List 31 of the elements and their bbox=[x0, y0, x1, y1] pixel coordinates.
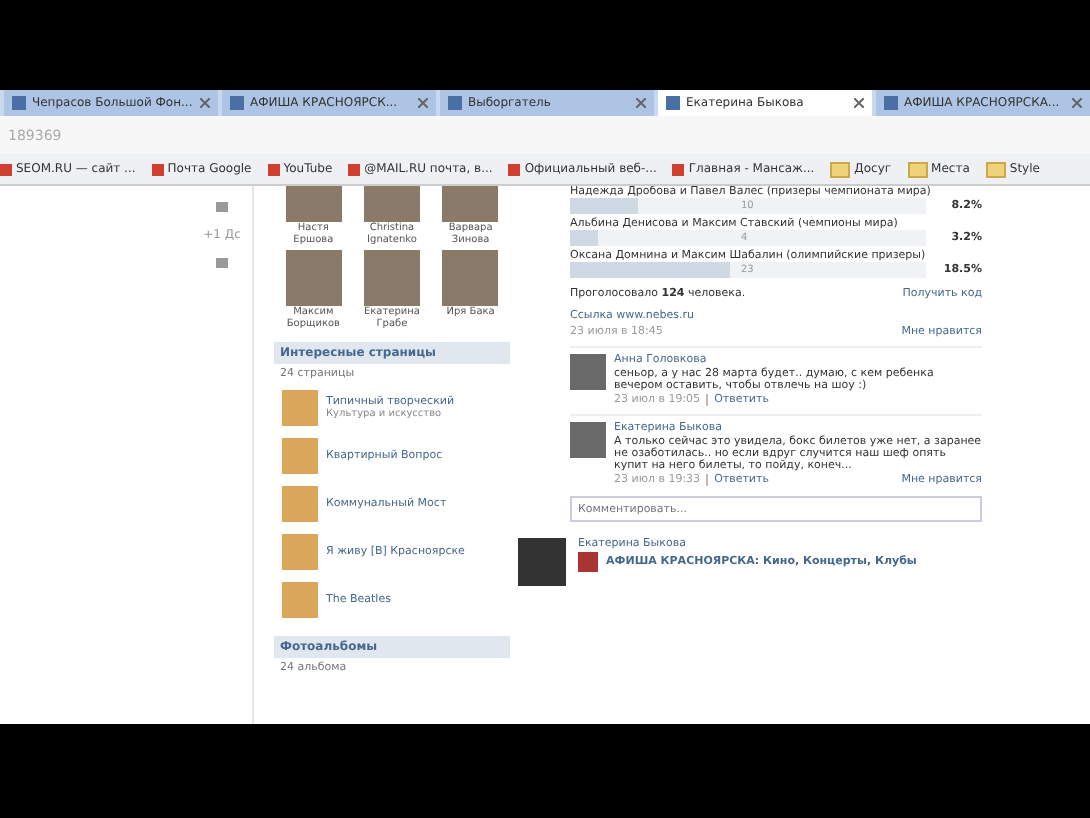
avatar[interactable] bbox=[518, 538, 566, 586]
page-icon bbox=[151, 163, 164, 175]
page-icon bbox=[666, 96, 680, 110]
photo-placeholder bbox=[282, 582, 318, 618]
close-icon[interactable] bbox=[418, 98, 428, 108]
photo-placeholder bbox=[282, 534, 318, 570]
close-icon[interactable] bbox=[200, 98, 210, 108]
close-icon[interactable] bbox=[636, 98, 646, 108]
page-icon bbox=[348, 163, 361, 175]
page-icon bbox=[884, 96, 898, 110]
avatar[interactable] bbox=[570, 354, 606, 390]
page-icon bbox=[448, 96, 462, 110]
folder-icon bbox=[985, 161, 1006, 177]
photo-placeholder bbox=[282, 486, 318, 522]
folder-icon bbox=[907, 161, 928, 177]
photo-placeholder[interactable] bbox=[442, 250, 499, 306]
photo-placeholder[interactable] bbox=[285, 250, 342, 306]
page-icon bbox=[267, 163, 280, 175]
photo-placeholder bbox=[282, 390, 318, 426]
avatar[interactable] bbox=[570, 422, 606, 458]
photo-placeholder[interactable] bbox=[363, 250, 420, 306]
page-icon bbox=[230, 96, 244, 110]
page-icon bbox=[0, 163, 12, 175]
close-icon[interactable] bbox=[854, 98, 864, 108]
photo-placeholder bbox=[282, 438, 318, 474]
page-icon bbox=[672, 163, 685, 175]
close-icon[interactable] bbox=[1072, 98, 1082, 108]
photo-placeholder bbox=[578, 552, 598, 572]
folder-icon bbox=[830, 161, 851, 177]
page-icon bbox=[508, 163, 521, 175]
page-icon bbox=[12, 96, 26, 110]
